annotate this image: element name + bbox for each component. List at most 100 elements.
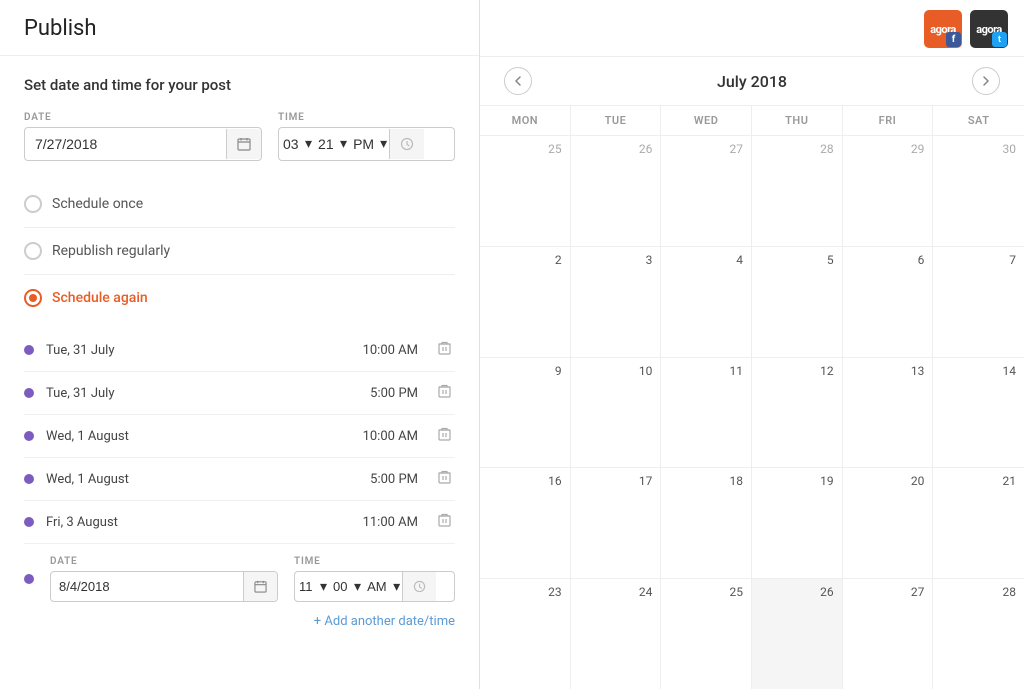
time-min-separator: ▾ [338, 136, 349, 152]
radio-label-once: Schedule once [52, 196, 143, 212]
delete-schedule-button[interactable] [434, 380, 455, 406]
day-cell[interactable]: 23 [480, 579, 571, 689]
add-time-period-select[interactable]: AMPM [363, 573, 391, 600]
day-cell[interactable]: 19 [752, 468, 843, 578]
day-cell[interactable]: 6 [843, 247, 934, 357]
day-cell[interactable]: 9 [480, 358, 571, 468]
schedule-dot [24, 388, 34, 398]
delete-schedule-button[interactable] [434, 509, 455, 535]
add-time-clock-icon[interactable] [402, 572, 436, 601]
delete-schedule-button[interactable] [434, 337, 455, 363]
time-min-select[interactable]: 2100153045 [314, 128, 338, 160]
day-cell[interactable]: 2 [480, 247, 571, 357]
day-cell[interactable]: 20 [843, 468, 934, 578]
day-cell[interactable]: 13 [843, 358, 934, 468]
date-label: DATE [24, 112, 262, 123]
day-number: 9 [488, 364, 562, 378]
day-number: 12 [760, 364, 834, 378]
schedule-date: Fri, 3 August [46, 515, 344, 530]
day-cell[interactable]: 30 [933, 136, 1024, 246]
date-calendar-icon[interactable] [226, 129, 261, 159]
day-cell[interactable]: 21 [933, 468, 1024, 578]
day-cell[interactable]: 26 [752, 579, 843, 689]
schedule-dot [24, 474, 34, 484]
day-cell[interactable]: 28 [933, 579, 1024, 689]
schedule-item: Tue, 31 July 5:00 PM [24, 372, 455, 415]
day-number: 7 [941, 253, 1016, 267]
day-number: 25 [488, 142, 562, 156]
time-label: TIME [278, 112, 455, 123]
date-group: DATE [24, 112, 262, 161]
prev-month-button[interactable] [504, 67, 532, 95]
right-panel: agora f agora t July 2018 [480, 0, 1024, 689]
day-cell[interactable]: 26 [571, 136, 662, 246]
time-hour-select[interactable]: 03010204 05060708 09101112 [279, 128, 303, 160]
radio-republish-regularly[interactable]: Republish regularly [24, 228, 455, 275]
calendar-nav: July 2018 [480, 57, 1024, 106]
day-cell[interactable]: 28 [752, 136, 843, 246]
day-number: 10 [579, 364, 653, 378]
add-date-input[interactable] [51, 573, 243, 600]
day-cell[interactable]: 27 [661, 136, 752, 246]
radio-circle-again [24, 289, 42, 307]
schedule-time: 10:00 AM [344, 429, 434, 444]
day-number: 26 [579, 142, 653, 156]
day-number: 28 [941, 585, 1016, 599]
date-input[interactable] [25, 128, 226, 160]
radio-schedule-once[interactable]: Schedule once [24, 181, 455, 228]
delete-schedule-button[interactable] [434, 423, 455, 449]
add-time-hour-select[interactable]: 11010203 [295, 573, 318, 600]
day-header: MON [480, 106, 571, 135]
day-cell[interactable]: 25 [480, 136, 571, 246]
radio-circle-once [24, 195, 42, 213]
facebook-badge: f [946, 32, 961, 47]
day-cell[interactable]: 18 [661, 468, 752, 578]
next-month-button[interactable] [972, 67, 1000, 95]
time-clock-icon[interactable] [389, 129, 424, 159]
schedule-list: Tue, 31 July 10:00 AM Tue, 31 July 5:00 … [24, 329, 455, 544]
day-number: 17 [579, 474, 653, 488]
time-period-select[interactable]: PMAM [349, 128, 378, 160]
day-number: 20 [851, 474, 925, 488]
add-time-group: TIME 11010203 ▾ 00153045 ▾ AMPM ▾ [294, 556, 455, 602]
twitter-badge: t [992, 32, 1007, 47]
day-cell[interactable]: 11 [661, 358, 752, 468]
add-more-button[interactable]: + Add another date/time [24, 602, 455, 633]
week-row: 23456 7 [480, 247, 1024, 358]
day-header: SAT [933, 106, 1024, 135]
day-cell[interactable]: 10 [571, 358, 662, 468]
schedule-time: 5:00 PM [344, 472, 434, 487]
day-cell[interactable]: 29 [843, 136, 934, 246]
schedule-date: Tue, 31 July [46, 343, 344, 358]
brand-icon-facebook[interactable]: agora f [924, 10, 962, 48]
day-header: WED [661, 106, 752, 135]
day-number: 6 [851, 253, 925, 267]
day-cell[interactable]: 24 [571, 579, 662, 689]
day-cell[interactable]: 16 [480, 468, 571, 578]
schedule-item: Wed, 1 August 5:00 PM [24, 458, 455, 501]
schedule-date: Tue, 31 July [46, 386, 344, 401]
day-cell[interactable]: 17 [571, 468, 662, 578]
day-number: 2 [488, 253, 562, 267]
schedule-time: 11:00 AM [344, 515, 434, 530]
time-period-separator: ▾ [378, 136, 389, 152]
day-cell[interactable]: 5 [752, 247, 843, 357]
day-header: FRI [843, 106, 934, 135]
delete-schedule-button[interactable] [434, 466, 455, 492]
radio-schedule-again[interactable]: Schedule again [24, 275, 455, 321]
time-group: TIME 03010204 05060708 09101112 ▾ 210015… [278, 112, 455, 161]
weeks-container: 2526272829302345679101112131416171819202… [480, 136, 1024, 689]
day-cell[interactable]: 7 [933, 247, 1024, 357]
day-cell[interactable]: 27 [843, 579, 934, 689]
day-cell[interactable]: 14 [933, 358, 1024, 468]
day-number: 29 [851, 142, 925, 156]
day-cell[interactable]: 12 [752, 358, 843, 468]
add-date-calendar-icon[interactable] [243, 572, 277, 601]
add-time-min-select[interactable]: 00153045 [329, 573, 352, 600]
day-cell[interactable]: 4 [661, 247, 752, 357]
day-number: 27 [669, 142, 743, 156]
brand-icon-twitter[interactable]: agora t [970, 10, 1008, 48]
day-cell[interactable]: 25 [661, 579, 752, 689]
datetime-row: DATE TIME [24, 112, 455, 161]
day-cell[interactable]: 3 [571, 247, 662, 357]
